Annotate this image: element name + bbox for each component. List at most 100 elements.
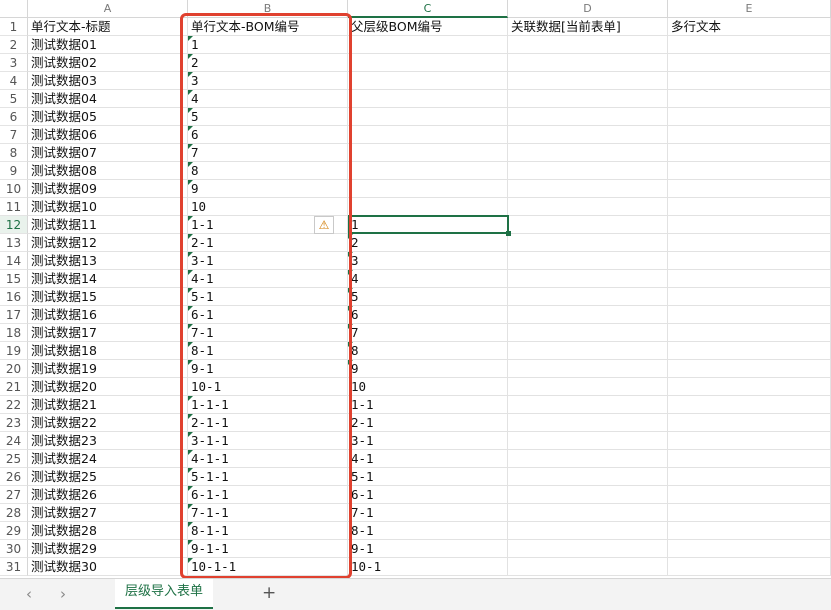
cell-d2[interactable] [508,36,668,54]
cell-e19[interactable] [668,342,831,360]
row-header-3[interactable]: 3 [0,54,28,72]
row-header-26[interactable]: 26 [0,468,28,486]
cell-b26[interactable]: 5-1-1 [188,468,348,486]
cell-e6[interactable] [668,108,831,126]
cell-e24[interactable] [668,432,831,450]
cell-a6[interactable]: 测试数据05 [28,108,188,126]
cell-d7[interactable] [508,126,668,144]
cell-d15[interactable] [508,270,668,288]
cell-e30[interactable] [668,540,831,558]
cell-c13[interactable]: 2 [348,234,508,252]
cell-c23[interactable]: 2-1 [348,414,508,432]
cell-d24[interactable] [508,432,668,450]
cell-e4[interactable] [668,72,831,90]
fill-handle[interactable] [506,231,511,236]
cell-b4[interactable]: 3 [188,72,348,90]
cell-e5[interactable] [668,90,831,108]
row-header-15[interactable]: 15 [0,270,28,288]
cell-d19[interactable] [508,342,668,360]
cell-c5[interactable] [348,90,508,108]
cell-b29[interactable]: 8-1-1 [188,522,348,540]
cell-e2[interactable] [668,36,831,54]
cell-a16[interactable]: 测试数据15 [28,288,188,306]
cell-c30[interactable]: 9-1 [348,540,508,558]
cell-b18[interactable]: 7-1 [188,324,348,342]
cell-b9[interactable]: 8 [188,162,348,180]
cell-d22[interactable] [508,396,668,414]
cell-a30[interactable]: 测试数据29 [28,540,188,558]
cell-c24[interactable]: 3-1 [348,432,508,450]
cell-c1[interactable]: 父层级BOM编号 [348,18,508,36]
cell-b28[interactable]: 7-1-1 [188,504,348,522]
cell-d17[interactable] [508,306,668,324]
cell-d21[interactable] [508,378,668,396]
row-header-30[interactable]: 30 [0,540,28,558]
cell-c4[interactable] [348,72,508,90]
cell-e23[interactable] [668,414,831,432]
cell-a12[interactable]: 测试数据11 [28,216,188,234]
column-header-b[interactable]: B [188,0,348,18]
cell-e13[interactable] [668,234,831,252]
cell-e28[interactable] [668,504,831,522]
cell-d25[interactable] [508,450,668,468]
cell-e1[interactable]: 多行文本 [668,18,831,36]
cell-b3[interactable]: 2 [188,54,348,72]
cell-d9[interactable] [508,162,668,180]
cell-e9[interactable] [668,162,831,180]
cell-a29[interactable]: 测试数据28 [28,522,188,540]
cell-a26[interactable]: 测试数据25 [28,468,188,486]
cell-c11[interactable] [348,198,508,216]
add-sheet-button[interactable]: + [262,583,276,603]
row-header-24[interactable]: 24 [0,432,28,450]
cell-c3[interactable] [348,54,508,72]
cell-b17[interactable]: 6-1 [188,306,348,324]
cell-a4[interactable]: 测试数据03 [28,72,188,90]
cell-d29[interactable] [508,522,668,540]
sheet-tab-active[interactable]: 层级导入表单 [115,579,214,609]
cell-d23[interactable] [508,414,668,432]
cell-d27[interactable] [508,486,668,504]
cell-a27[interactable]: 测试数据26 [28,486,188,504]
cell-e25[interactable] [668,450,831,468]
cell-d3[interactable] [508,54,668,72]
row-header-5[interactable]: 5 [0,90,28,108]
cell-a13[interactable]: 测试数据12 [28,234,188,252]
cell-d8[interactable] [508,144,668,162]
cell-e15[interactable] [668,270,831,288]
cell-a5[interactable]: 测试数据04 [28,90,188,108]
cell-b8[interactable]: 7 [188,144,348,162]
cell-a23[interactable]: 测试数据22 [28,414,188,432]
cell-e31[interactable] [668,558,831,576]
cell-d20[interactable] [508,360,668,378]
cell-b13[interactable]: 2-1 [188,234,348,252]
cell-a7[interactable]: 测试数据06 [28,126,188,144]
cell-a14[interactable]: 测试数据13 [28,252,188,270]
row-header-22[interactable]: 22 [0,396,28,414]
row-header-23[interactable]: 23 [0,414,28,432]
cell-e29[interactable] [668,522,831,540]
cell-a8[interactable]: 测试数据07 [28,144,188,162]
row-header-14[interactable]: 14 [0,252,28,270]
row-header-20[interactable]: 20 [0,360,28,378]
cell-c29[interactable]: 8-1 [348,522,508,540]
cell-c28[interactable]: 7-1 [348,504,508,522]
row-header-19[interactable]: 19 [0,342,28,360]
row-header-13[interactable]: 13 [0,234,28,252]
cell-d4[interactable] [508,72,668,90]
column-header-a[interactable]: A [28,0,188,18]
cell-b10[interactable]: 9 [188,180,348,198]
cell-c9[interactable] [348,162,508,180]
row-header-9[interactable]: 9 [0,162,28,180]
prev-sheet-arrow-icon[interactable]: ‹ [26,585,32,603]
row-header-1[interactable]: 1 [0,18,28,36]
cell-e8[interactable] [668,144,831,162]
row-header-25[interactable]: 25 [0,450,28,468]
cell-c2[interactable] [348,36,508,54]
cell-b20[interactable]: 9-1 [188,360,348,378]
row-header-10[interactable]: 10 [0,180,28,198]
cell-e21[interactable] [668,378,831,396]
row-header-11[interactable]: 11 [0,198,28,216]
cell-c6[interactable] [348,108,508,126]
cell-e17[interactable] [668,306,831,324]
cell-d18[interactable] [508,324,668,342]
